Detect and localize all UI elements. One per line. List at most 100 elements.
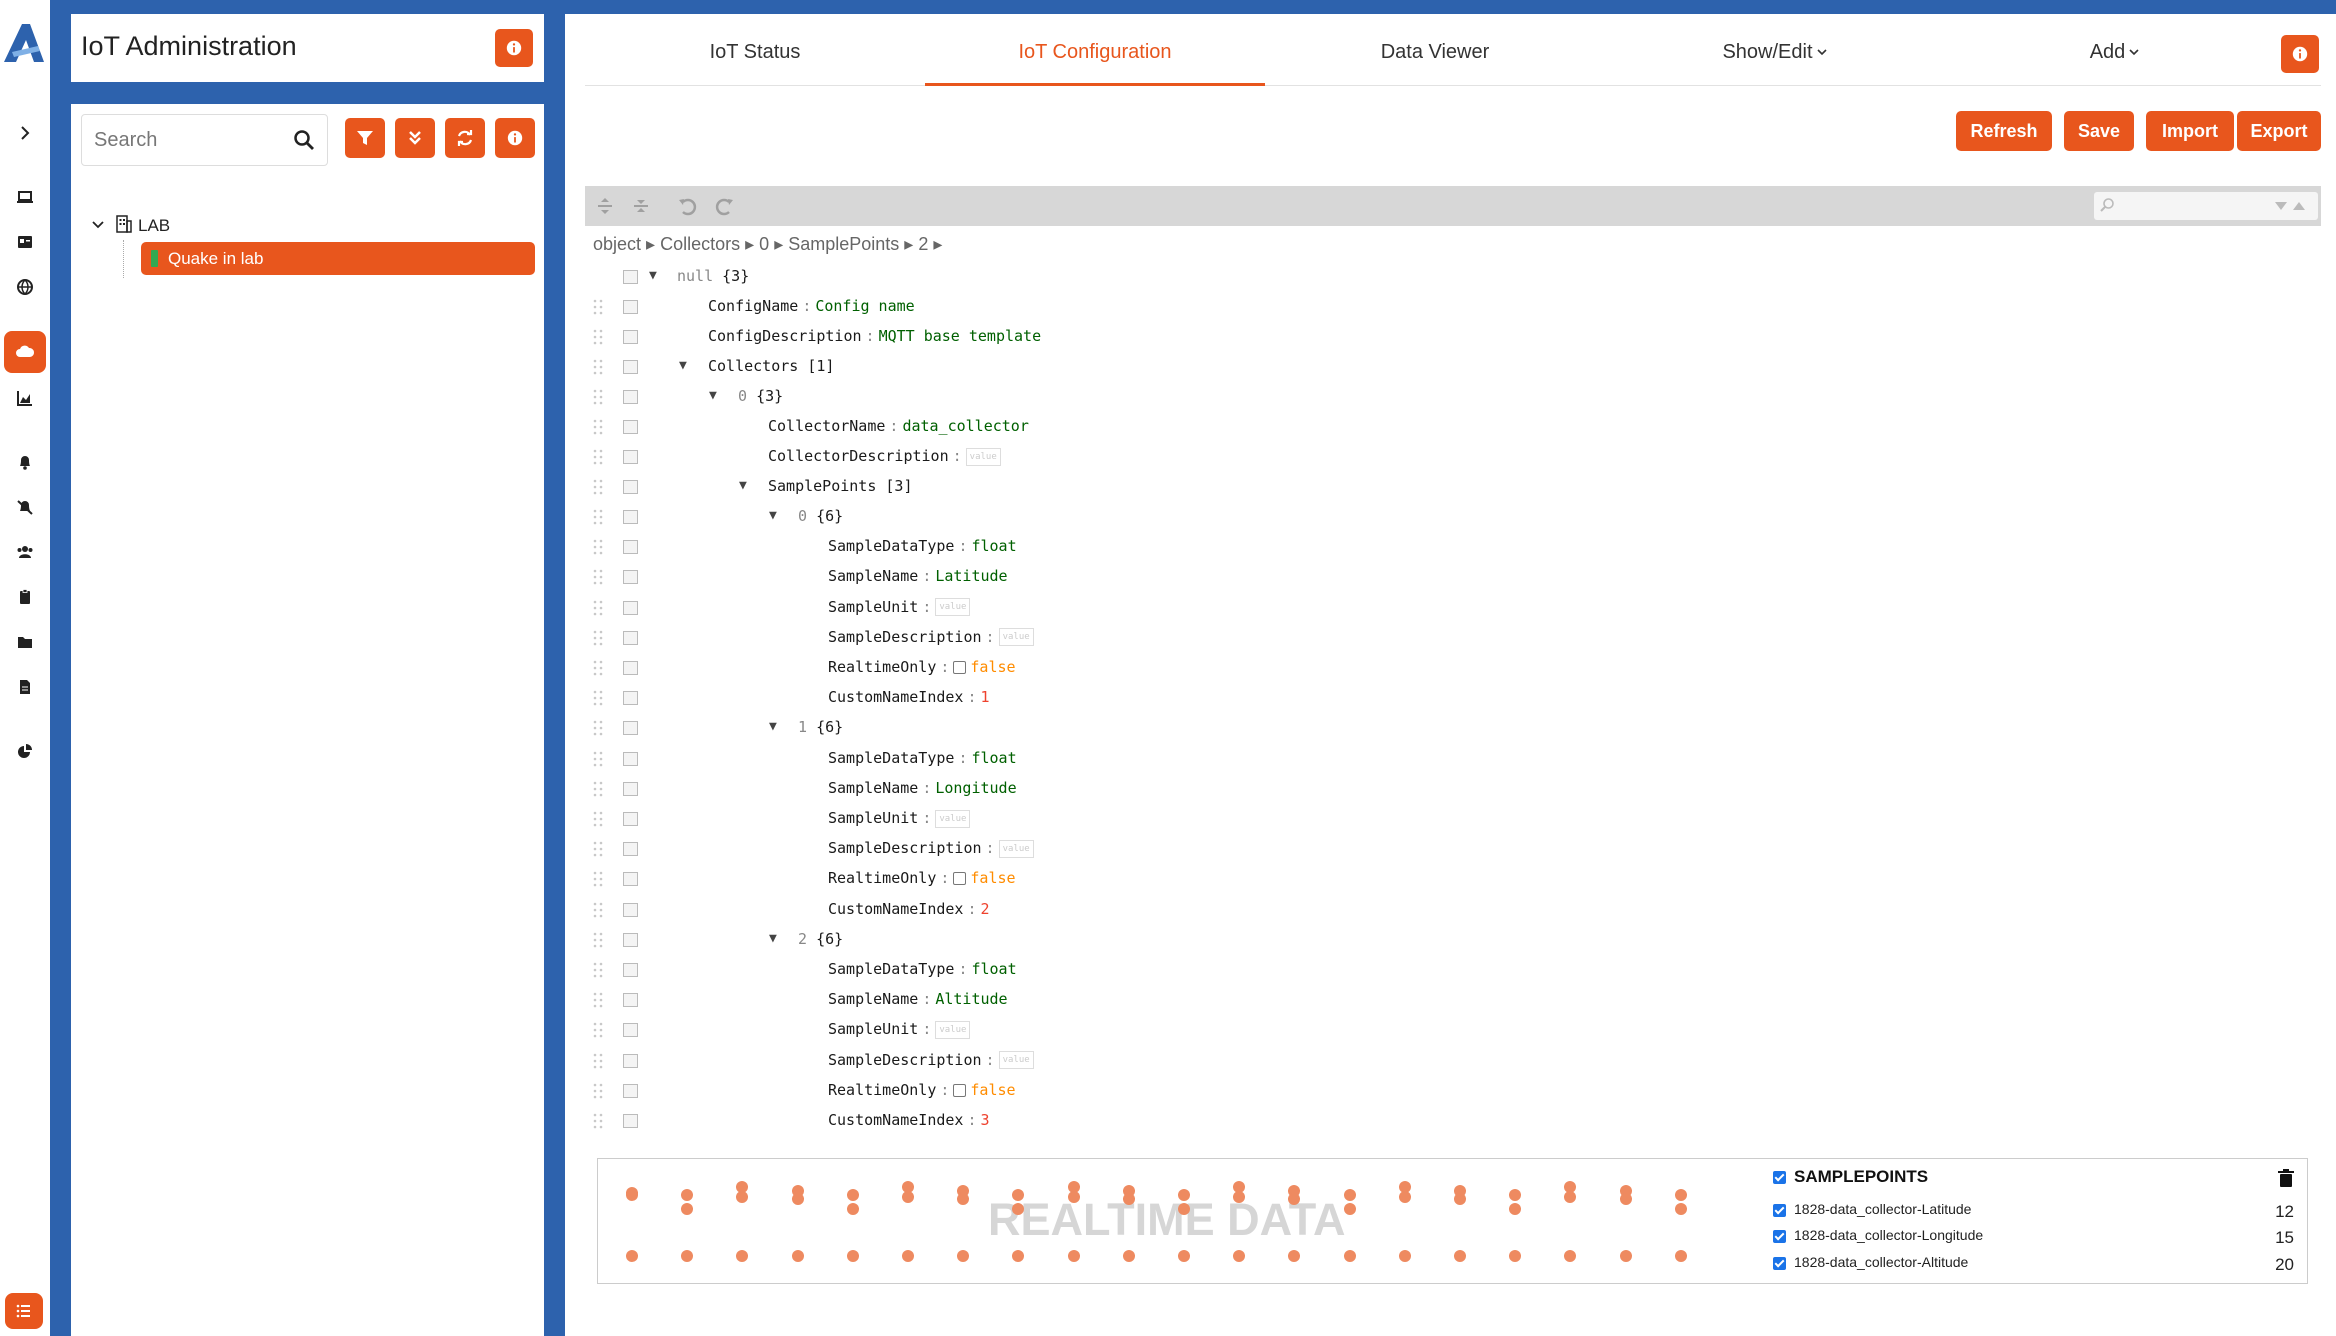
drag-handle-icon[interactable] — [593, 902, 603, 918]
tab-show-edit[interactable]: Show/Edit — [1605, 36, 1945, 86]
refresh-button[interactable]: Refresh — [1956, 111, 2052, 151]
id-card-icon[interactable] — [4, 221, 46, 263]
field-value[interactable]: float — [971, 960, 1016, 978]
empty-value-field[interactable]: value — [998, 1051, 1034, 1070]
field-key[interactable]: RealtimeOnly — [828, 869, 936, 887]
drag-handle-icon[interactable] — [593, 781, 603, 797]
drag-handle-icon[interactable] — [593, 329, 603, 345]
row-select-checkbox[interactable] — [623, 691, 638, 706]
legend-checkbox[interactable] — [1773, 1256, 1786, 1270]
tab-iot-status[interactable]: IoT Status — [585, 36, 925, 86]
save-button[interactable]: Save — [2064, 111, 2134, 151]
collapse-triangle-icon[interactable]: ▼ — [739, 478, 747, 493]
row-select-checkbox[interactable] — [623, 390, 638, 404]
clipboard-icon[interactable] — [4, 576, 46, 618]
tree-node-quake-in-lab[interactable]: Quake in lab — [141, 242, 535, 275]
row-select-checkbox[interactable] — [623, 510, 638, 524]
row-select-checkbox[interactable] — [623, 1053, 638, 1068]
drag-handle-icon[interactable] — [593, 1022, 603, 1038]
search-next-icon[interactable] — [2274, 200, 2288, 212]
field-key[interactable]: RealtimeOnly — [828, 658, 936, 676]
field-value[interactable]: false — [970, 1081, 1015, 1099]
collapse-all-button[interactable] — [395, 118, 435, 158]
tab-iot-configuration[interactable]: IoT Configuration — [925, 36, 1265, 86]
drag-handle-icon[interactable] — [593, 449, 603, 465]
row-select-checkbox[interactable] — [623, 993, 638, 1008]
filter-button[interactable] — [345, 118, 385, 158]
row-select-checkbox[interactable] — [623, 330, 638, 344]
tree-node-lab[interactable]: LAB — [91, 210, 531, 240]
search-icon[interactable] — [293, 129, 315, 151]
field-key[interactable]: SampleUnit — [828, 809, 918, 827]
field-value[interactable]: Longitude — [935, 779, 1016, 797]
collapse-triangle-icon[interactable]: ▼ — [679, 358, 687, 373]
row-select-checkbox[interactable] — [623, 360, 638, 374]
drag-handle-icon[interactable] — [593, 690, 603, 706]
info-button[interactable] — [495, 29, 533, 67]
drag-handle-icon[interactable] — [593, 841, 603, 857]
expand-icon[interactable] — [4, 112, 46, 154]
drag-handle-icon[interactable] — [593, 359, 603, 375]
field-key[interactable]: SampleDataType — [828, 537, 954, 555]
legend-item[interactable]: 1828-data_collector-Longitude — [1773, 1227, 1983, 1243]
field-value[interactable]: 1 — [981, 688, 990, 706]
field-value[interactable]: float — [971, 537, 1016, 555]
empty-value-field[interactable]: value — [998, 839, 1034, 858]
row-select-checkbox[interactable] — [623, 1023, 638, 1038]
drag-handle-icon[interactable] — [593, 419, 603, 435]
field-key[interactable]: CustomNameIndex — [828, 688, 963, 706]
field-key[interactable]: CollectorName — [768, 417, 885, 435]
trash-icon[interactable] — [2278, 1169, 2294, 1187]
collapse-triangle-icon[interactable]: ▼ — [709, 388, 717, 403]
row-select-checkbox[interactable] — [623, 872, 638, 887]
drag-handle-icon[interactable] — [593, 660, 603, 676]
collapse-triangle-icon[interactable]: ▼ — [649, 268, 657, 283]
field-key[interactable]: SampleDataType — [828, 960, 954, 978]
field-key[interactable]: SampleName — [828, 567, 918, 585]
row-select-checkbox[interactable] — [623, 812, 638, 826]
tab-add[interactable]: Add — [1945, 36, 2285, 86]
drag-handle-icon[interactable] — [593, 932, 603, 948]
boolean-checkbox[interactable] — [953, 872, 967, 886]
drag-handle-icon[interactable] — [593, 811, 603, 827]
chevron-down-icon[interactable] — [91, 218, 105, 232]
breadcrumb-item[interactable]: Collectors — [660, 234, 740, 254]
field-key[interactable]: CustomNameIndex — [828, 1111, 963, 1129]
field-value[interactable]: false — [970, 658, 1015, 676]
field-key[interactable]: CustomNameIndex — [828, 900, 963, 918]
field-value[interactable]: float — [971, 749, 1016, 767]
bell-icon[interactable] — [4, 441, 46, 483]
row-select-checkbox[interactable] — [623, 450, 638, 464]
area-chart-icon[interactable] — [4, 377, 46, 419]
field-value[interactable]: 3 — [981, 1111, 990, 1129]
boolean-checkbox[interactable] — [953, 1083, 967, 1097]
undo-icon[interactable] — [677, 195, 699, 217]
bell-slash-icon[interactable] — [4, 486, 46, 528]
field-key[interactable]: SampleDescription — [828, 839, 982, 857]
tab-data-viewer[interactable]: Data Viewer — [1265, 36, 1605, 86]
field-key[interactable]: RealtimeOnly — [828, 1081, 936, 1099]
drag-handle-icon[interactable] — [593, 569, 603, 585]
field-key[interactable]: SampleDataType — [828, 749, 954, 767]
file-icon[interactable] — [4, 666, 46, 708]
collapse-triangle-icon[interactable]: ▼ — [769, 508, 777, 523]
field-key[interactable]: SampleUnit — [828, 598, 918, 616]
row-select-checkbox[interactable] — [623, 842, 638, 857]
row-select-checkbox[interactable] — [623, 480, 638, 494]
field-key[interactable]: SampleName — [828, 779, 918, 797]
row-select-checkbox[interactable] — [623, 1114, 638, 1128]
row-select-checkbox[interactable] — [623, 600, 638, 615]
row-select-checkbox[interactable] — [623, 932, 638, 947]
row-select-checkbox[interactable] — [623, 721, 638, 736]
drag-handle-icon[interactable] — [593, 299, 603, 315]
row-select-checkbox[interactable] — [623, 630, 638, 645]
list-icon[interactable] — [5, 1293, 43, 1329]
empty-value-field[interactable]: value — [998, 628, 1034, 647]
drag-handle-icon[interactable] — [593, 871, 603, 887]
field-key[interactable]: SampleUnit — [828, 1020, 918, 1038]
cloud-icon[interactable] — [4, 331, 46, 373]
legend-checkbox[interactable] — [1773, 1229, 1786, 1243]
drag-handle-icon[interactable] — [593, 600, 603, 616]
field-value[interactable]: MQTT base template — [879, 327, 1042, 345]
row-select-checkbox[interactable] — [623, 420, 638, 434]
